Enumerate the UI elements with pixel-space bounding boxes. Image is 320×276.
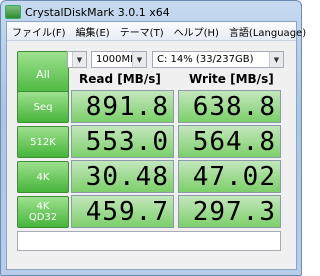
window-title: CrystalDiskMark 3.0.1 x64 bbox=[25, 5, 170, 19]
4k-write-value: 47.02 bbox=[192, 162, 276, 192]
test-size-value: 1000MB bbox=[96, 54, 137, 65]
4k-qd32-read-value: 459.7 bbox=[85, 197, 169, 227]
4k-qd32-read-result: 459.7 bbox=[71, 195, 174, 228]
write-header: Write [MB/s] bbox=[189, 72, 274, 86]
chevron-down-icon[interactable]: ▼ bbox=[269, 52, 283, 67]
menu-bar: ファイル(F) 編集(E) テーマ(T) ヘルプ(H) 言語(Language) bbox=[7, 22, 306, 41]
app-icon bbox=[5, 5, 21, 19]
4k-qd32-test-button[interactable]: 4K QD32 bbox=[17, 196, 69, 228]
4k-qd32-label: 4K QD32 bbox=[28, 201, 58, 223]
app-window: CrystalDiskMark 3.0.1 x64 ファイル(F) 編集(E) … bbox=[0, 0, 306, 276]
seq-test-button[interactable]: Seq bbox=[17, 91, 69, 123]
512k-read-value: 553.0 bbox=[85, 127, 169, 157]
512k-write-value: 564.8 bbox=[192, 127, 276, 157]
512k-test-button[interactable]: 512K bbox=[17, 126, 69, 158]
drive-select[interactable]: C: 14% (33/237GB) ▼ bbox=[152, 51, 284, 68]
seq-write-result: 638.8 bbox=[178, 90, 281, 123]
chevron-down-icon[interactable]: ▼ bbox=[132, 52, 146, 67]
title-bar: CrystalDiskMark 3.0.1 x64 bbox=[5, 3, 297, 21]
seq-read-result: 891.8 bbox=[71, 90, 174, 123]
512k-write-result: 564.8 bbox=[178, 125, 281, 158]
4k-qd32-write-result: 297.3 bbox=[178, 195, 281, 228]
512k-read-result: 553.0 bbox=[71, 125, 174, 158]
chevron-down-icon[interactable]: ▼ bbox=[72, 52, 86, 67]
4k-qd32-write-value: 297.3 bbox=[192, 197, 276, 227]
4k-read-value: 30.48 bbox=[85, 162, 169, 192]
menu-help[interactable]: ヘルプ(H) bbox=[169, 24, 224, 39]
drive-value: C: 14% (33/237GB) bbox=[157, 54, 254, 65]
menu-edit[interactable]: 編集(E) bbox=[71, 24, 115, 39]
seq-write-value: 638.8 bbox=[192, 92, 276, 122]
comment-input[interactable] bbox=[17, 231, 281, 251]
read-header: Read [MB/s] bbox=[79, 72, 161, 86]
4k-read-result: 30.48 bbox=[71, 160, 174, 193]
seq-read-value: 891.8 bbox=[85, 92, 169, 122]
client-area: ファイル(F) 編集(E) テーマ(T) ヘルプ(H) 言語(Language)… bbox=[6, 21, 306, 270]
menu-theme[interactable]: テーマ(T) bbox=[115, 24, 169, 39]
4k-test-button[interactable]: 4K bbox=[17, 161, 69, 193]
test-count-select[interactable]: 5 ▼ bbox=[67, 51, 87, 68]
4k-write-result: 47.02 bbox=[178, 160, 281, 193]
menu-file[interactable]: ファイル(F) bbox=[7, 24, 71, 39]
test-size-select[interactable]: 1000MB ▼ bbox=[91, 51, 147, 68]
menu-language[interactable]: 言語(Language) bbox=[224, 24, 311, 39]
